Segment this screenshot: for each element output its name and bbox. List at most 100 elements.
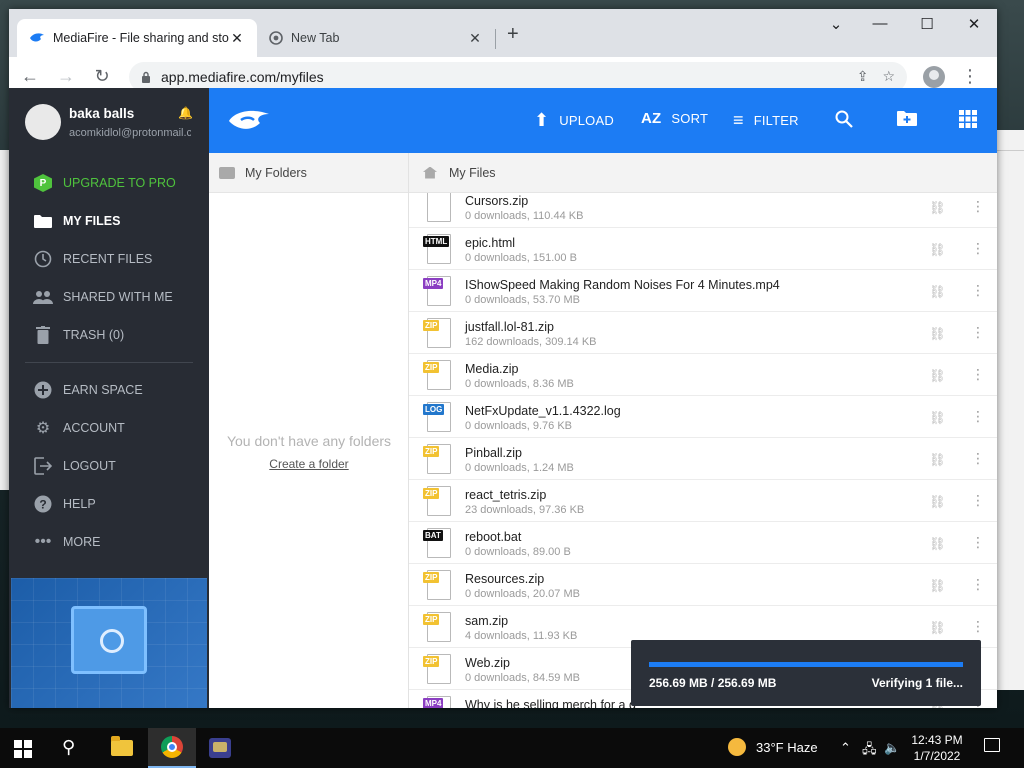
back-icon[interactable]: ← [15,62,45,92]
sort-button[interactable]: AZ SORT [641,110,708,127]
sidebar-item-logout[interactable]: LOGOUT [9,447,209,485]
taskbar-file-explorer[interactable] [98,728,146,768]
link-icon[interactable]: ⛓ [929,536,946,552]
more-vertical-icon[interactable]: ⋮ [971,324,985,341]
more-vertical-icon[interactable]: ⋮ [971,198,985,215]
folders-empty-state: You don't have any folders Create a fold… [209,433,409,471]
file-name[interactable]: epic.html [465,236,515,250]
file-row[interactable]: LOG NetFxUpdate_v1.1.4322.log 0 download… [409,396,997,438]
network-icon[interactable]: 🖧 [862,740,877,762]
file-name[interactable]: NetFxUpdate_v1.1.4322.log [465,404,621,418]
windows-start-icon[interactable] [14,740,32,758]
upload-progress-panel[interactable]: 256.69 MB / 256.69 MB Verifying 1 file..… [631,640,981,706]
filter-button[interactable]: ≡ FILTER [733,110,799,131]
file-row[interactable]: ZIP Media.zip 0 downloads, 8.36 MB ⛓ ⋮ [409,354,997,396]
search-button[interactable] [835,110,853,128]
weather-widget[interactable]: 33°F Haze [728,738,818,756]
sidebar-item-trash[interactable]: TRASH (0) [9,316,209,354]
more-vertical-icon[interactable]: ⋮ [971,366,985,383]
close-tab-icon[interactable]: ✕ [229,30,245,47]
mediafire-logo-icon[interactable] [227,108,271,132]
sidebar-item-label: EARN SPACE [63,383,143,397]
more-vertical-icon[interactable]: ⋮ [971,492,985,509]
chevron-up-icon[interactable]: ⌃ [840,740,851,756]
sidebar-item-more[interactable]: ••• MORE [9,523,209,561]
link-icon[interactable]: ⛓ [929,326,946,342]
file-row[interactable]: BAT reboot.bat 0 downloads, 89.00 B ⛓ ⋮ [409,522,997,564]
link-icon[interactable]: ⛓ [929,368,946,384]
file-name[interactable]: Pinball.zip [465,446,522,460]
link-icon[interactable]: ⛓ [929,284,946,300]
link-icon[interactable]: ⛓ [929,620,946,636]
file-row[interactable]: ZIP Resources.zip 0 downloads, 20.07 MB … [409,564,997,606]
new-folder-button[interactable] [897,110,917,126]
sidebar-item-earn-space[interactable]: EARN SPACE [9,371,209,409]
sidebar-item-upgrade[interactable]: P UPGRADE TO PRO [9,164,209,202]
file-row[interactable]: ZIP justfall.lol-81.zip 162 downloads, 3… [409,312,997,354]
close-tab-icon[interactable]: ✕ [467,30,483,47]
file-name[interactable]: Web.zip [465,656,510,670]
file-row[interactable]: HTML epic.html 0 downloads, 151.00 B ⛓ ⋮ [409,228,997,270]
more-vertical-icon[interactable]: ⋮ [971,408,985,425]
forward-icon[interactable]: → [51,62,81,92]
link-icon[interactable]: ⛓ [929,410,946,426]
link-icon[interactable]: ⛓ [929,200,946,216]
taskbar-app[interactable] [196,728,244,768]
sidebar-item-account[interactable]: ⚙ ACCOUNT [9,409,209,447]
address-bar[interactable]: app.mediafire.com/myfiles ⇪ ☆ [129,61,907,92]
taskbar-chrome[interactable] [148,728,196,768]
file-name[interactable]: Media.zip [465,362,519,376]
file-name[interactable]: Why is he selling merch for a d [465,698,636,708]
clock[interactable]: 12:43 PM 1/7/2022 [908,732,966,764]
filter-icon: ≡ [733,110,744,130]
share-icon[interactable]: ⇪ [857,68,869,85]
link-icon[interactable]: ⛓ [929,578,946,594]
more-vertical-icon[interactable]: ⋮ [971,282,985,299]
star-icon[interactable]: ☆ [882,68,895,85]
more-vertical-icon[interactable]: ⋮ [971,240,985,257]
upload-button[interactable]: ⬆ UPLOAD [534,110,614,131]
avatar[interactable] [25,104,61,140]
link-icon[interactable]: ⛓ [929,452,946,468]
new-tab-icon[interactable]: + [507,23,519,46]
bell-icon[interactable]: 🔔 [178,106,193,120]
more-vertical-icon[interactable]: ⋮ [971,450,985,467]
notifications-icon[interactable] [984,738,1000,752]
sidebar-item-recent-files[interactable]: RECENT FILES [9,240,209,278]
more-vertical-icon[interactable]: ⋮ [971,576,985,593]
sidebar-item-help[interactable]: ? HELP [9,485,209,523]
maximize-icon[interactable]: ☐ [912,15,942,33]
volume-muted-icon[interactable]: 🔈 [884,740,900,756]
link-icon[interactable]: ⛓ [929,494,946,510]
sidebar-item-my-files[interactable]: MY FILES [9,202,209,240]
file-name[interactable]: Cursors.zip [465,194,528,208]
minimize-icon[interactable]: — [865,15,895,32]
link-icon[interactable]: ⛓ [929,242,946,258]
close-window-icon[interactable]: ✕ [959,15,989,33]
file-name[interactable]: Resources.zip [465,572,544,586]
menu-icon[interactable]: ⋮ [955,62,985,92]
grid-view-button[interactable] [959,110,977,128]
user-panel[interactable]: baka balls acomkidlol@protonmail.com 🔔 [9,88,209,156]
file-name[interactable]: reboot.bat [465,530,521,544]
reload-icon[interactable]: ↻ [87,62,117,92]
file-row[interactable]: ZIP Pinball.zip 0 downloads, 1.24 MB ⛓ ⋮ [409,438,997,480]
more-vertical-icon[interactable]: ⋮ [971,618,985,635]
help-icon: ? [33,494,53,514]
more-vertical-icon[interactable]: ⋮ [971,534,985,551]
tab-search-icon[interactable]: ⌄ [821,15,851,33]
tab-new-tab[interactable]: New Tab ✕ [257,19,495,57]
file-row[interactable]: ZIP react_tetris.zip 23 downloads, 97.36… [409,480,997,522]
file-name[interactable]: sam.zip [465,614,508,628]
create-folder-link[interactable]: Create a folder [269,457,348,471]
promo-banner[interactable] [11,578,207,708]
search-icon[interactable]: ⚲ [62,737,75,758]
sidebar-item-shared[interactable]: SHARED WITH ME [9,278,209,316]
tab-mediafire[interactable]: MediaFire - File sharing and storage ✕ [17,19,257,57]
file-row[interactable]: MP4 IShowSpeed Making Random Noises For … [409,270,997,312]
file-name[interactable]: IShowSpeed Making Random Noises For 4 Mi… [465,278,780,292]
file-name[interactable]: react_tetris.zip [465,488,546,502]
home-icon[interactable] [423,166,437,179]
profile-avatar-icon[interactable] [923,65,945,88]
file-name[interactable]: justfall.lol-81.zip [465,320,554,334]
